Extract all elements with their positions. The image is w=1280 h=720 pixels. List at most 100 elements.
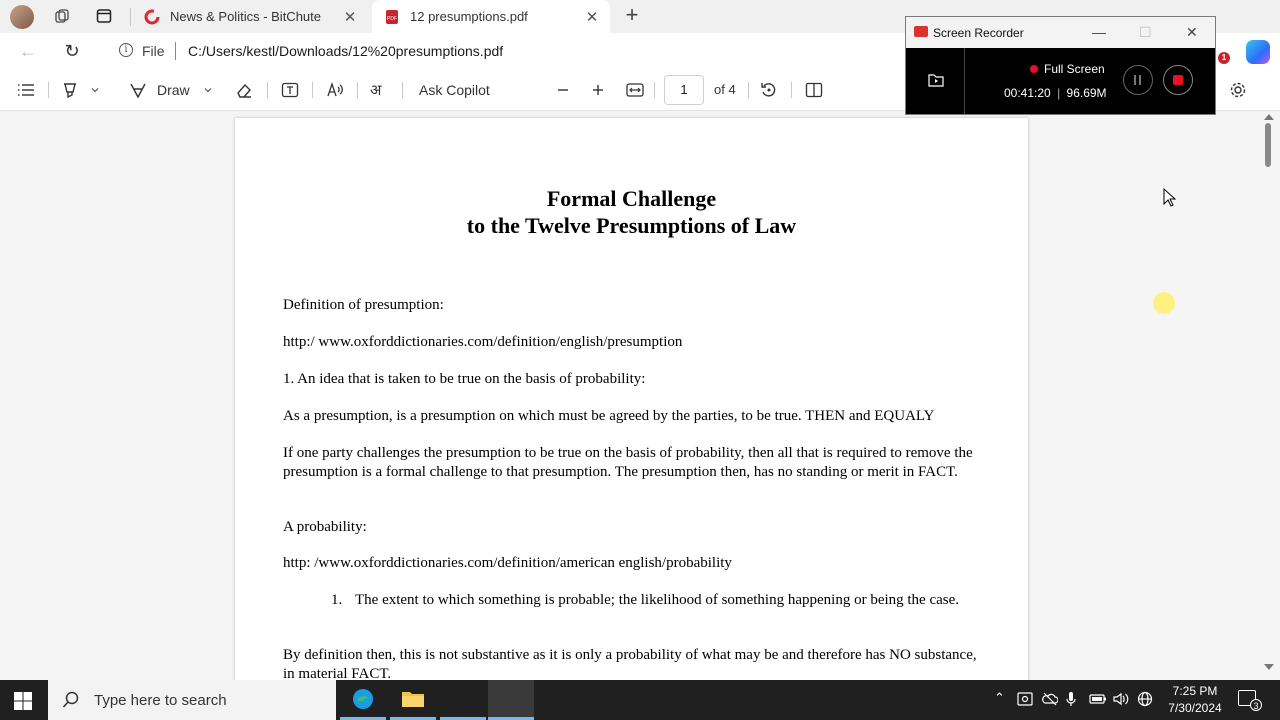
fit-width-icon[interactable] — [626, 80, 644, 100]
svg-text:PDF: PDF — [387, 16, 397, 22]
edge-icon — [353, 688, 373, 709]
clock-date: 7/30/2024 — [1168, 701, 1222, 715]
read-aloud-icon[interactable] — [326, 80, 344, 100]
back-arrow-icon[interactable]: ← — [18, 41, 38, 61]
tab-separator — [130, 8, 131, 26]
recording-dot-icon — [1030, 65, 1038, 73]
pdf-page: Formal Challenge to the Twelve Presumpti… — [235, 118, 1028, 680]
close-tab-icon[interactable]: ✕ — [340, 8, 360, 26]
minimize-icon[interactable]: — — [1092, 24, 1106, 40]
collections-icon[interactable] — [52, 6, 72, 26]
tab-bitchute[interactable]: News & Politics - BitChute ✕ — [132, 0, 368, 33]
taskbar-search-box[interactable]: Type here to search — [48, 680, 336, 720]
toolbar-divider — [267, 82, 268, 98]
scroll-thumb[interactable] — [1265, 123, 1271, 167]
battery-icon[interactable] — [1089, 693, 1107, 705]
pdf-viewer[interactable]: Formal Challenge to the Twelve Presumpti… — [0, 111, 1258, 680]
list-item-text: The extent to which something is probabl… — [355, 592, 960, 608]
recorder-controls: Full Screen 00:41:20 | 96.69M — [906, 48, 1215, 114]
bitchute-favicon-icon — [144, 9, 160, 24]
onedrive-icon[interactable] — [1042, 692, 1058, 706]
paragraph: If one party challenges the presumption … — [283, 445, 973, 480]
copilot-icon[interactable] — [1246, 40, 1270, 64]
recording-status: 00:41:20 | 96.69M — [1004, 86, 1107, 100]
toolbar-divider — [402, 82, 403, 98]
search-icon — [62, 691, 79, 708]
recorder-app-icon — [914, 26, 928, 37]
capture-mode-label: Full Screen — [1044, 62, 1105, 76]
toolbar-divider — [357, 82, 358, 98]
file-size: 96.69M — [1066, 86, 1107, 100]
document-title-line2: to the Twelve Presumptions of Law — [466, 213, 797, 238]
status-divider: | — [1057, 86, 1061, 100]
draw-label: Draw — [157, 82, 190, 98]
paragraph: A probability: — [283, 519, 367, 535]
pause-button[interactable] — [1123, 65, 1153, 95]
taskbar-file-explorer[interactable] — [390, 680, 436, 720]
highlight-dropdown-icon[interactable] — [90, 80, 100, 100]
contents-list-icon[interactable] — [17, 80, 35, 100]
elapsed-time: 00:41:20 — [1004, 86, 1051, 100]
new-tab-icon[interactable]: + — [620, 4, 644, 28]
vertical-tabs-icon[interactable] — [94, 6, 114, 26]
vertical-scrollbar[interactable] — [1258, 111, 1280, 680]
system-clock[interactable]: 7:25 PM 7/30/2024 — [1160, 683, 1230, 717]
highlight-icon[interactable] — [61, 80, 79, 100]
taskbar-app-window[interactable] — [440, 680, 486, 720]
page-number-input[interactable]: 1 — [664, 75, 704, 105]
folder-icon — [402, 691, 424, 707]
rotate-icon[interactable] — [760, 80, 778, 100]
maximize-icon: ☐ — [1139, 24, 1152, 40]
tab-pdf[interactable]: PDF 12 presumptions.pdf ✕ — [372, 0, 610, 33]
search-placeholder: Type here to search — [94, 691, 227, 709]
toolbar-divider — [748, 82, 749, 98]
microphone-icon[interactable] — [1066, 691, 1076, 707]
scroll-up-arrow-icon[interactable] — [1264, 114, 1274, 120]
text-box-icon[interactable] — [281, 80, 299, 100]
svg-text:अ: अ — [370, 81, 382, 99]
mouse-pointer-icon — [1163, 188, 1177, 207]
taskbar-edge[interactable] — [340, 680, 386, 720]
draw-pen-icon — [130, 83, 146, 99]
clock-time: 7:25 PM — [1172, 684, 1218, 698]
profile-avatar[interactable] — [10, 5, 34, 29]
list-item-number: 1. — [331, 592, 343, 608]
network-globe-icon[interactable] — [1137, 691, 1153, 707]
reference-link: http:/ www.oxforddictionaries.com/defini… — [283, 334, 683, 350]
meet-now-icon[interactable] — [1017, 692, 1033, 706]
tab-title: 12 presumptions.pdf — [410, 9, 528, 24]
document-title-line1: Formal Challenge — [546, 186, 717, 211]
draw-dropdown-icon[interactable] — [203, 80, 213, 100]
refresh-icon[interactable]: ↻ — [62, 41, 82, 61]
info-icon[interactable]: i — [119, 43, 133, 57]
cursor-highlight — [1153, 292, 1175, 314]
screen-recorder-window: Screen Recorder — ☐ ✕ Full Screen 00:41:… — [905, 16, 1216, 115]
scroll-down-arrow-icon[interactable] — [1264, 664, 1274, 670]
show-hidden-icons-icon[interactable]: ⌃ — [994, 690, 1005, 706]
eraser-icon[interactable] — [235, 80, 253, 100]
draw-button[interactable]: Draw — [129, 80, 190, 100]
page-view-icon[interactable] — [805, 80, 823, 100]
address-input[interactable]: C:/Users/kestl/Downloads/12%20presumptio… — [188, 43, 503, 59]
ask-copilot-button[interactable]: Ask Copilot — [419, 80, 490, 100]
recordings-folder-button[interactable] — [906, 48, 965, 114]
close-icon[interactable]: ✕ — [1186, 24, 1198, 41]
notification-badge: 1 — [1218, 52, 1230, 64]
notification-count: 3 — [1250, 699, 1262, 711]
close-tab-icon[interactable]: ✕ — [582, 8, 602, 26]
zoom-out-icon[interactable] — [556, 80, 570, 100]
page-total: of 4 — [714, 82, 736, 97]
capture-mode: Full Screen — [1030, 62, 1105, 76]
recorder-titlebar: Screen Recorder — ☐ ✕ — [906, 17, 1215, 48]
paragraph: Definition of presumption: — [283, 297, 444, 313]
volume-icon[interactable] — [1113, 692, 1129, 706]
stop-button[interactable] — [1163, 65, 1193, 95]
windows-start-icon[interactable] — [14, 692, 32, 710]
zoom-in-icon[interactable] — [591, 80, 605, 100]
reference-link: http: /www.oxforddictionaries.com/defini… — [283, 555, 732, 571]
settings-gear-icon[interactable] — [1229, 80, 1247, 100]
taskbar-screen-recorder[interactable] — [488, 680, 534, 720]
paragraph: 1. An idea that is taken to be true on t… — [283, 371, 646, 387]
address-divider — [175, 42, 176, 60]
translate-icon[interactable]: अ — [370, 80, 390, 100]
